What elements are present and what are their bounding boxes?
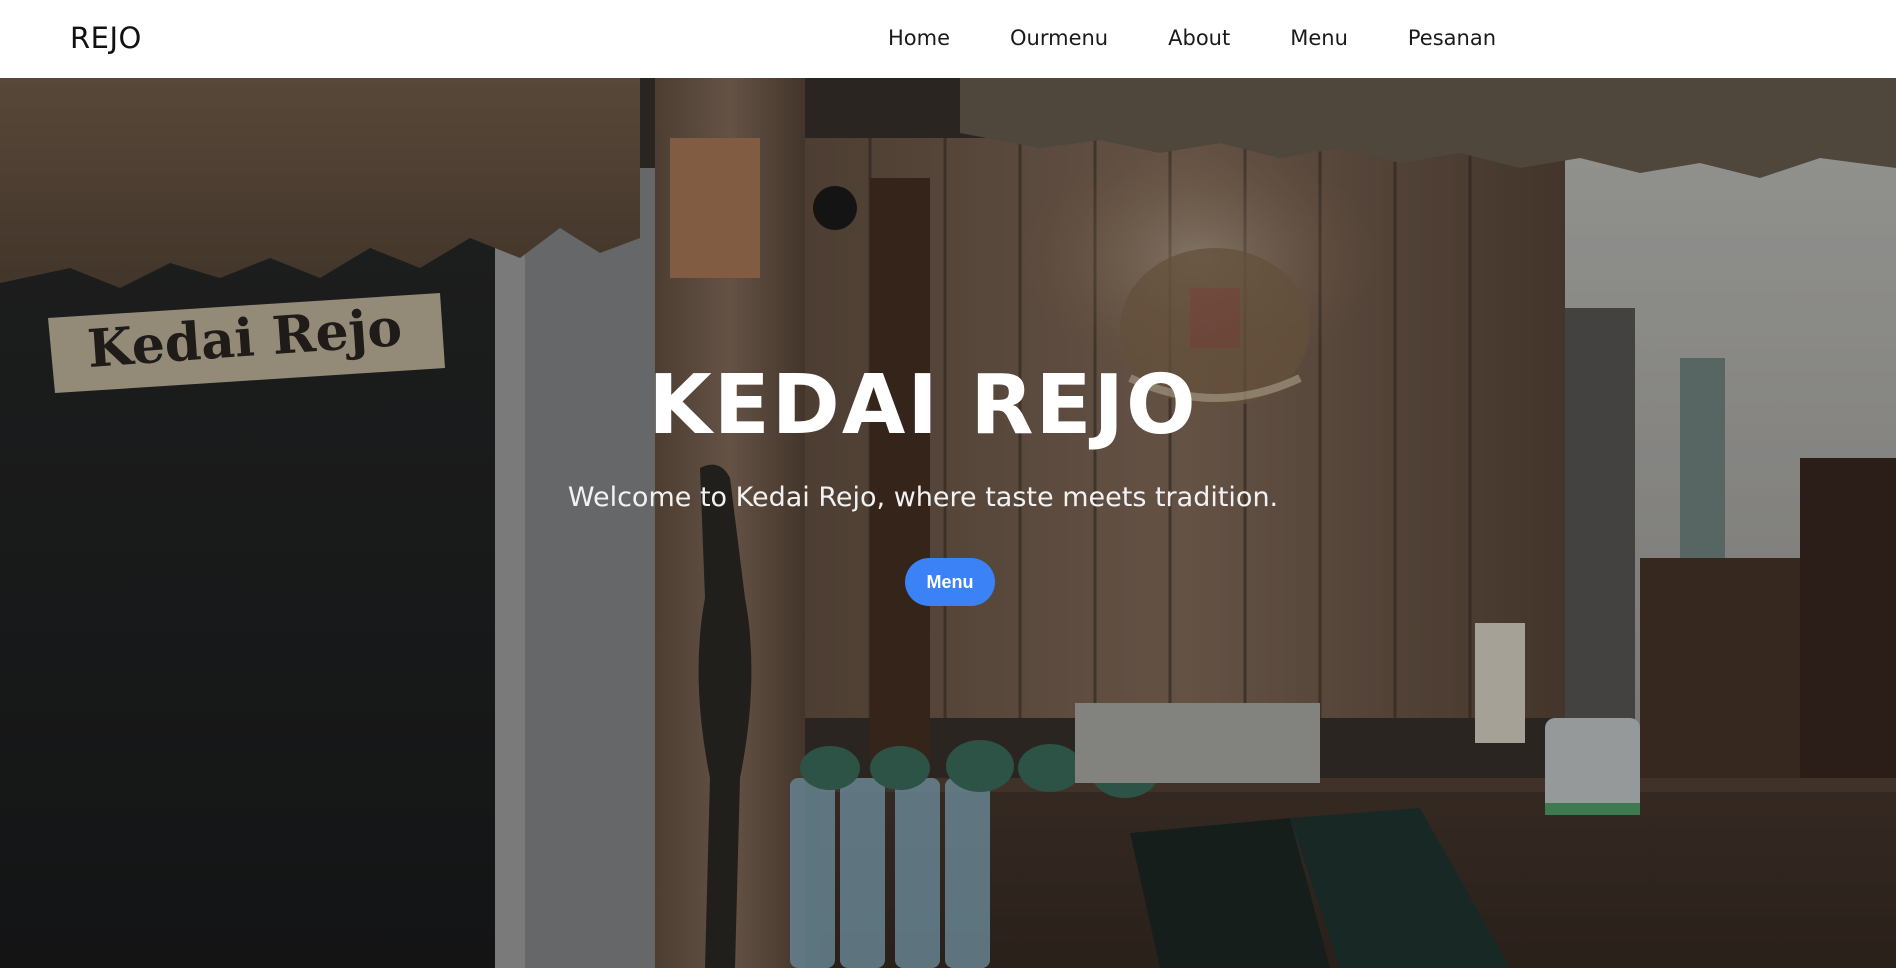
nav-item-ourmenu: Ourmenu	[1010, 24, 1108, 52]
hero-section: Kedai Rejo KEDAI REJO Welcome to Kedai R…	[0, 78, 1896, 968]
hero-overlay	[0, 78, 1896, 968]
nav-item-home: Home	[888, 24, 950, 52]
nav-item-menu: Menu	[1290, 24, 1348, 52]
nav-link-pesanan[interactable]: Pesanan	[1408, 24, 1496, 52]
nav-link-ourmenu[interactable]: Ourmenu	[1010, 24, 1108, 52]
nav-item-pesanan: Pesanan	[1408, 24, 1496, 52]
hero-title: KEDAI REJO	[648, 358, 1198, 453]
nav-link-menu[interactable]: Menu	[1290, 24, 1348, 52]
nav-item-about: About	[1168, 24, 1230, 52]
brand-logo[interactable]: REJO	[70, 20, 142, 56]
hero-subtitle: Welcome to Kedai Rejo, where taste meets…	[567, 482, 1279, 513]
nav-link-about[interactable]: About	[1168, 24, 1230, 52]
nav-link-home[interactable]: Home	[888, 24, 950, 52]
nav-links: Home Ourmenu About Menu Pesanan	[888, 24, 1496, 52]
navbar: REJO Home Ourmenu About Menu Pesanan	[0, 0, 1896, 78]
menu-button[interactable]: Menu	[905, 558, 995, 606]
